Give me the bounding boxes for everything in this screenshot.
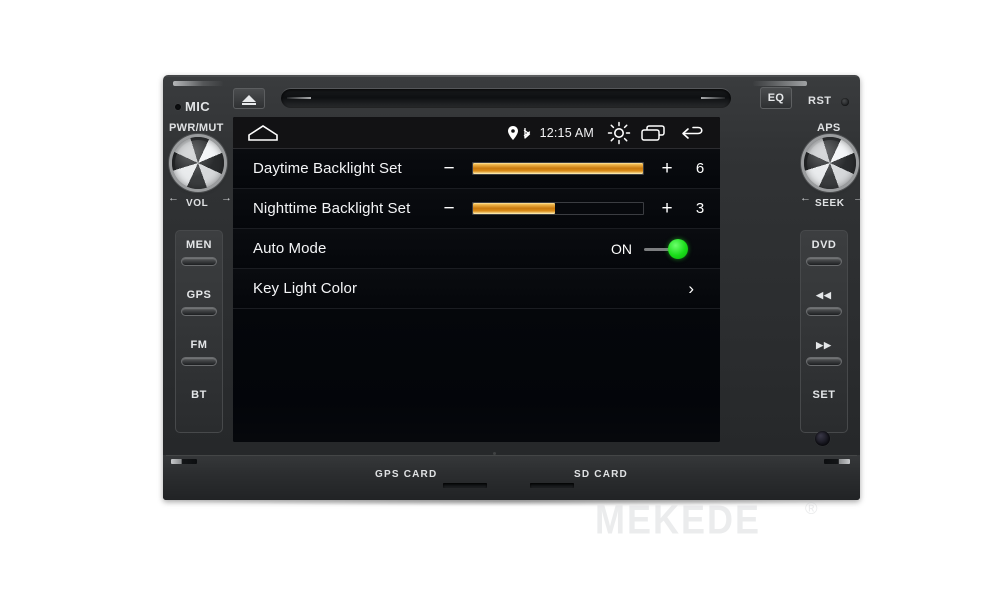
row-label-daytime: Daytime Backlight Set xyxy=(253,160,402,177)
screen-surface: 12:15 AM Daytime Backlight Set − + 6 Nig… xyxy=(233,117,720,442)
car-head-unit-device: EQ RST MIC PWR/MUT ← → VOL APS ← → SEEK … xyxy=(163,75,864,542)
seek-knob[interactable] xyxy=(804,137,856,189)
settings-list: Daytime Backlight Set − + 6 Nighttime Ba… xyxy=(233,149,720,309)
sidebar-item-dvd[interactable] xyxy=(806,257,842,266)
daytime-slider-fill xyxy=(473,163,643,174)
right-button-label-set: SET xyxy=(812,389,836,401)
back-arrow-icon[interactable] xyxy=(674,123,714,143)
left-button-label-men: MEN xyxy=(186,239,212,251)
left-button-label-bt: BT xyxy=(191,389,207,401)
row-controls-key-light-color: › xyxy=(688,269,720,308)
android-status-bar: 12:15 AM xyxy=(233,117,720,149)
volume-right-arrow-icon: → xyxy=(221,192,232,204)
volume-label: VOL xyxy=(186,198,209,209)
nighttime-slider-fill xyxy=(473,203,555,214)
sidebar-item-next-track[interactable] xyxy=(806,357,842,366)
location-pin-icon xyxy=(506,125,520,141)
daytime-value: 6 xyxy=(695,160,705,177)
list-item-daytime-backlight[interactable]: Daytime Backlight Set − + 6 xyxy=(233,149,720,189)
eject-button[interactable] xyxy=(233,88,265,109)
seek-left-arrow-icon: ← xyxy=(800,192,811,204)
status-bar-right-group: 12:15 AM xyxy=(506,121,720,145)
top-vent-right xyxy=(753,81,807,86)
microphone-hole xyxy=(175,104,181,110)
row-controls-daytime: − + 6 xyxy=(436,149,720,188)
volume-left-arrow-icon: ← xyxy=(168,192,179,204)
sidebar-item-previous-track[interactable] xyxy=(806,307,842,316)
brand-registered-mark: ® xyxy=(805,499,818,518)
list-item-key-light-color[interactable]: Key Light Color › xyxy=(233,269,720,309)
decrease-nighttime-button[interactable]: − xyxy=(436,199,462,218)
seek-label: SEEK xyxy=(815,198,845,209)
auto-mode-state-label: ON xyxy=(611,240,632,257)
mic-label: MIC xyxy=(185,99,211,114)
right-button-label-next: ▶▶ xyxy=(816,340,832,350)
top-vent-left xyxy=(173,81,223,86)
list-item-nighttime-backlight[interactable]: Nighttime Backlight Set − + 3 xyxy=(233,189,720,229)
touchscreen-display[interactable]: 12:15 AM Daytime Backlight Set − + 6 Nig… xyxy=(233,117,720,442)
bottom-left-accent-slot xyxy=(171,459,197,464)
left-button-label-gps: GPS xyxy=(186,289,212,301)
ir-sensor xyxy=(815,431,830,446)
eject-icon xyxy=(242,95,256,105)
row-label-nighttime: Nighttime Backlight Set xyxy=(253,200,411,217)
sd-card-label: SD CARD xyxy=(574,469,628,480)
right-button-label-prev: ◀◀ xyxy=(816,290,832,300)
recent-apps-icon[interactable] xyxy=(634,123,674,143)
row-label-key-light-color: Key Light Color xyxy=(253,280,358,297)
reset-pinhole-button[interactable] xyxy=(841,98,849,106)
device-bottom-bar: GPS CARD SD CARD xyxy=(163,455,860,500)
power-mute-label: PWR/MUT xyxy=(169,122,224,134)
sd-card-slot[interactable] xyxy=(530,483,574,488)
reset-label: RST xyxy=(808,95,832,107)
sidebar-item-gps[interactable] xyxy=(181,307,217,316)
sidebar-item-fm[interactable] xyxy=(181,357,217,366)
aps-label: APS xyxy=(817,122,841,134)
left-button-label-fm: FM xyxy=(190,339,208,351)
screen-empty-area xyxy=(233,309,720,442)
home-icon[interactable] xyxy=(247,124,279,142)
chevron-right-icon[interactable]: › xyxy=(688,280,694,297)
decrease-daytime-button[interactable]: − xyxy=(436,159,462,178)
bottom-right-accent-slot xyxy=(824,459,850,464)
disc-slot[interactable] xyxy=(281,88,731,108)
daytime-brightness-slider[interactable] xyxy=(472,162,644,175)
seek-right-arrow-icon: → xyxy=(853,192,864,204)
nighttime-value: 3 xyxy=(695,200,705,217)
right-button-label-dvd: DVD xyxy=(811,239,837,251)
bluetooth-icon xyxy=(520,125,534,141)
eq-button[interactable]: EQ xyxy=(760,87,792,109)
auto-mode-toggle[interactable] xyxy=(642,238,698,260)
toggle-knob xyxy=(668,238,688,259)
row-label-auto-mode: Auto Mode xyxy=(253,240,327,257)
row-controls-auto-mode: ON xyxy=(611,229,720,268)
status-bar-clock: 12:15 AM xyxy=(539,125,594,140)
gps-card-slot[interactable] xyxy=(443,483,487,488)
volume-knob[interactable] xyxy=(172,137,224,189)
brightness-sun-icon[interactable] xyxy=(604,121,634,145)
list-item-auto-mode[interactable]: Auto Mode ON xyxy=(233,229,720,269)
increase-daytime-button[interactable]: + xyxy=(654,159,680,178)
bezel-screw-center xyxy=(493,452,496,455)
increase-nighttime-button[interactable]: + xyxy=(654,199,680,218)
nighttime-brightness-slider[interactable] xyxy=(472,202,644,215)
sidebar-item-menu[interactable] xyxy=(181,257,217,266)
row-controls-nighttime: − + 3 xyxy=(436,189,720,228)
gps-card-label: GPS CARD xyxy=(375,469,438,480)
